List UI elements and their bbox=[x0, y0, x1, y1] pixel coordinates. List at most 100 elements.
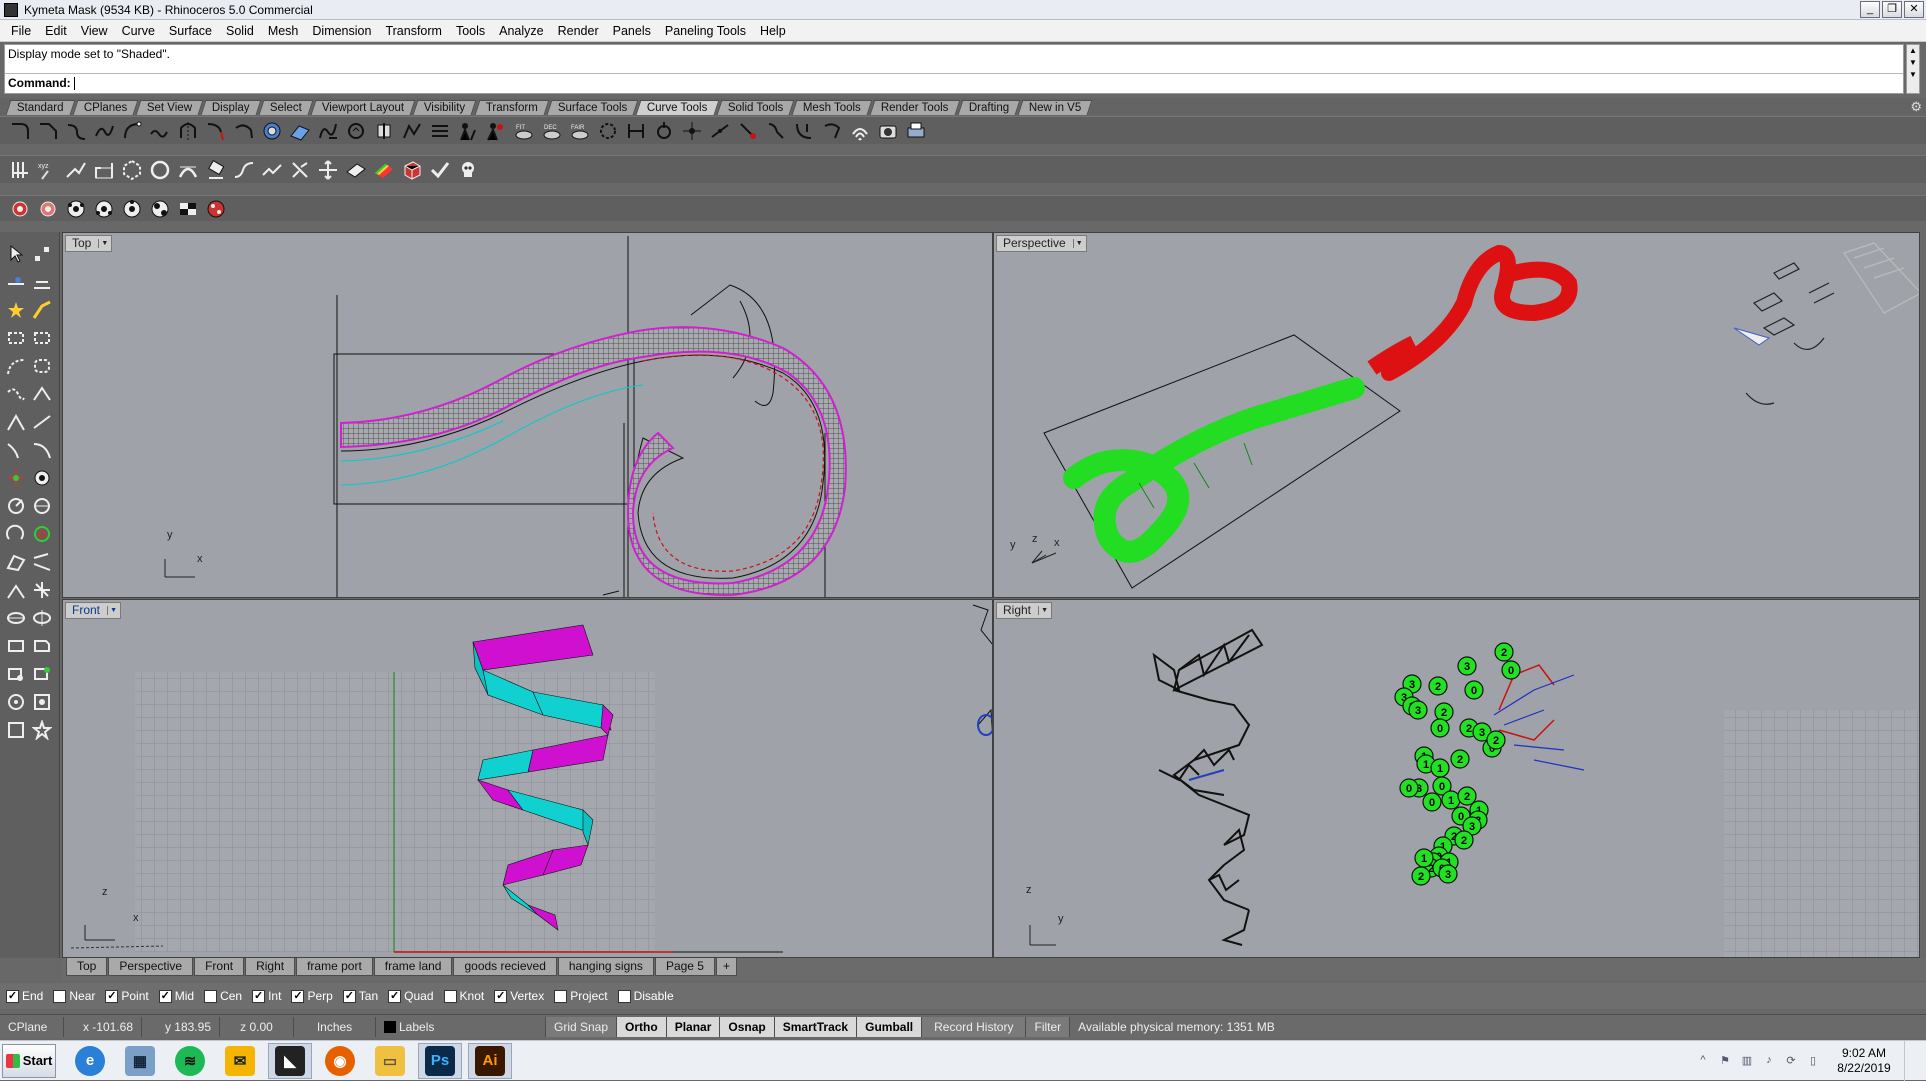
tab-render-tools[interactable]: Render Tools bbox=[869, 100, 960, 115]
osnap-checkbox[interactable]: ✓ bbox=[494, 989, 508, 1003]
adjust-end-bulge-icon[interactable] bbox=[120, 119, 144, 143]
transform-icon[interactable] bbox=[30, 690, 54, 714]
tab-standard[interactable]: Standard bbox=[5, 100, 76, 115]
menu-curve[interactable]: Curve bbox=[115, 24, 162, 38]
menu-tools[interactable]: Tools bbox=[449, 24, 492, 38]
decimate-icon[interactable]: DEC bbox=[540, 119, 564, 143]
osnap-project[interactable]: Project bbox=[554, 989, 608, 1003]
extend-curve-icon[interactable] bbox=[204, 119, 228, 143]
wire-cut-icon[interactable] bbox=[848, 119, 872, 143]
chamfer-curves-icon[interactable] bbox=[36, 119, 60, 143]
flag-icon[interactable]: ⚑ bbox=[1717, 1054, 1733, 1068]
offset-icon[interactable] bbox=[30, 522, 54, 546]
tab-transform[interactable]: Transform bbox=[474, 100, 550, 115]
extrude-icon[interactable] bbox=[4, 606, 28, 630]
circle-center-icon[interactable] bbox=[4, 438, 28, 462]
tab-mesh-tools[interactable]: Mesh Tools bbox=[791, 100, 873, 115]
command-line[interactable]: Command: bbox=[5, 73, 1903, 93]
render-material-icon[interactable] bbox=[204, 197, 228, 221]
vptab-top[interactable]: Top bbox=[66, 958, 108, 976]
filter-toggle[interactable]: Filter bbox=[1026, 1016, 1071, 1037]
mesh-icon[interactable] bbox=[4, 690, 28, 714]
viewport-perspective[interactable]: Perspective ▼ y z x bbox=[993, 232, 1920, 598]
osnap-checkbox[interactable]: ✓ bbox=[388, 989, 402, 1003]
osnap-checkbox[interactable] bbox=[554, 989, 568, 1003]
extend-arc-icon[interactable] bbox=[232, 119, 256, 143]
offset-curve-icon[interactable] bbox=[260, 119, 284, 143]
record-history-toggle[interactable]: Record History bbox=[922, 1016, 1027, 1037]
vptab-front[interactable]: Front bbox=[194, 958, 245, 976]
volume-icon[interactable]: ♪ bbox=[1761, 1054, 1777, 1068]
freeform-curve-icon[interactable] bbox=[4, 382, 28, 406]
osnap-checkbox[interactable] bbox=[617, 989, 631, 1003]
ortho-toggle[interactable]: Ortho bbox=[617, 1016, 667, 1037]
clock[interactable]: 9:02 AM 8/22/2019 bbox=[1824, 1046, 1904, 1076]
vptab-goods-recieved[interactable]: goods recieved bbox=[453, 958, 557, 976]
menu-transform[interactable]: Transform bbox=[378, 24, 449, 38]
osnap-checkbox[interactable]: ✓ bbox=[6, 989, 19, 1003]
photoshop-icon[interactable]: Ps bbox=[418, 1042, 462, 1079]
surface-icon[interactable] bbox=[4, 550, 28, 574]
soccer-ball-icon[interactable] bbox=[92, 197, 116, 221]
cplane-indicator[interactable]: CPlane bbox=[0, 1016, 64, 1037]
tab-cplanes[interactable]: CPlanes bbox=[72, 100, 139, 115]
vptab-hanging-signs[interactable]: hanging signs bbox=[557, 958, 654, 976]
sphere-icon[interactable] bbox=[4, 662, 28, 686]
rectangle-center-icon[interactable] bbox=[30, 326, 54, 350]
polyline-icon[interactable] bbox=[30, 270, 54, 294]
split-curve-icon[interactable] bbox=[820, 119, 844, 143]
menu-surface[interactable]: Surface bbox=[162, 24, 219, 38]
osnap-int[interactable]: ✓ Int bbox=[252, 989, 281, 1003]
grid-icon[interactable] bbox=[8, 158, 32, 182]
osnap-checkbox[interactable]: ✓ bbox=[105, 989, 119, 1003]
osnap-end[interactable]: ✓ End bbox=[6, 989, 43, 1003]
planar-toggle[interactable]: Planar bbox=[666, 1016, 721, 1037]
osnap-knot[interactable]: Knot bbox=[443, 989, 484, 1003]
render-settings-icon[interactable] bbox=[8, 197, 32, 221]
battery-icon[interactable]: ▯ bbox=[1805, 1054, 1821, 1068]
spotify-icon[interactable]: ≋ bbox=[168, 1043, 212, 1079]
curve-from-2-views-icon[interactable] bbox=[316, 119, 340, 143]
viewport-label-top[interactable]: Top ▼ bbox=[65, 235, 113, 252]
viewport-front[interactable]: Front ▼ z x bbox=[62, 599, 993, 958]
viewport-label-right[interactable]: Right ▼ bbox=[996, 602, 1053, 619]
split-icon[interactable] bbox=[30, 466, 54, 490]
printer-icon[interactable] bbox=[904, 119, 928, 143]
spring-icon[interactable] bbox=[288, 158, 312, 182]
viewport-label-perspective[interactable]: Perspective ▼ bbox=[996, 235, 1087, 252]
snap-icon[interactable] bbox=[30, 718, 54, 742]
vptab-perspective[interactable]: Perspective bbox=[108, 958, 194, 976]
insert-knot-icon[interactable] bbox=[484, 119, 508, 143]
seam-icon[interactable] bbox=[652, 119, 676, 143]
ellipse-icon[interactable] bbox=[4, 494, 28, 518]
polyline-icon[interactable] bbox=[64, 158, 88, 182]
change-degree-icon[interactable] bbox=[372, 119, 396, 143]
soccer-ball-icon[interactable] bbox=[148, 197, 172, 221]
checker-icon[interactable] bbox=[176, 197, 200, 221]
menu-solid[interactable]: Solid bbox=[219, 24, 261, 38]
vptab-frame-port[interactable]: frame port bbox=[296, 958, 373, 976]
chevron-up-icon[interactable]: ^ bbox=[1695, 1054, 1711, 1068]
menu-file[interactable]: File bbox=[4, 24, 38, 38]
vptab-frame-land[interactable]: frame land bbox=[373, 958, 453, 976]
interpolate-curve-icon[interactable] bbox=[30, 382, 54, 406]
planar-surface-icon[interactable] bbox=[344, 158, 368, 182]
osnap-checkbox[interactable]: ✓ bbox=[291, 989, 305, 1003]
menu-panels[interactable]: Panels bbox=[606, 24, 658, 38]
rounded-rect-icon[interactable] bbox=[30, 354, 54, 378]
box-icon[interactable] bbox=[400, 158, 424, 182]
menu-help[interactable]: Help bbox=[753, 24, 793, 38]
trim-icon[interactable] bbox=[4, 466, 28, 490]
edit-points-icon[interactable] bbox=[624, 119, 648, 143]
menu-edit[interactable]: Edit bbox=[38, 24, 74, 38]
smarttrack-toggle[interactable]: SmartTrack bbox=[774, 1016, 858, 1037]
osnap-near[interactable]: Near bbox=[53, 989, 95, 1003]
viewport-top[interactable]: Top ▼ y x bbox=[62, 232, 993, 598]
vptab-page-5[interactable]: Page 5 bbox=[654, 958, 715, 976]
osnap-checkbox[interactable] bbox=[53, 989, 67, 1003]
check-icon[interactable] bbox=[428, 158, 452, 182]
network-icon[interactable] bbox=[30, 578, 54, 602]
osnap-checkbox[interactable] bbox=[443, 989, 457, 1003]
viewport-right[interactable]: 2303230232012032121300102120321022120312… bbox=[993, 599, 1920, 958]
fit-curve-icon[interactable]: FIT bbox=[512, 119, 536, 143]
